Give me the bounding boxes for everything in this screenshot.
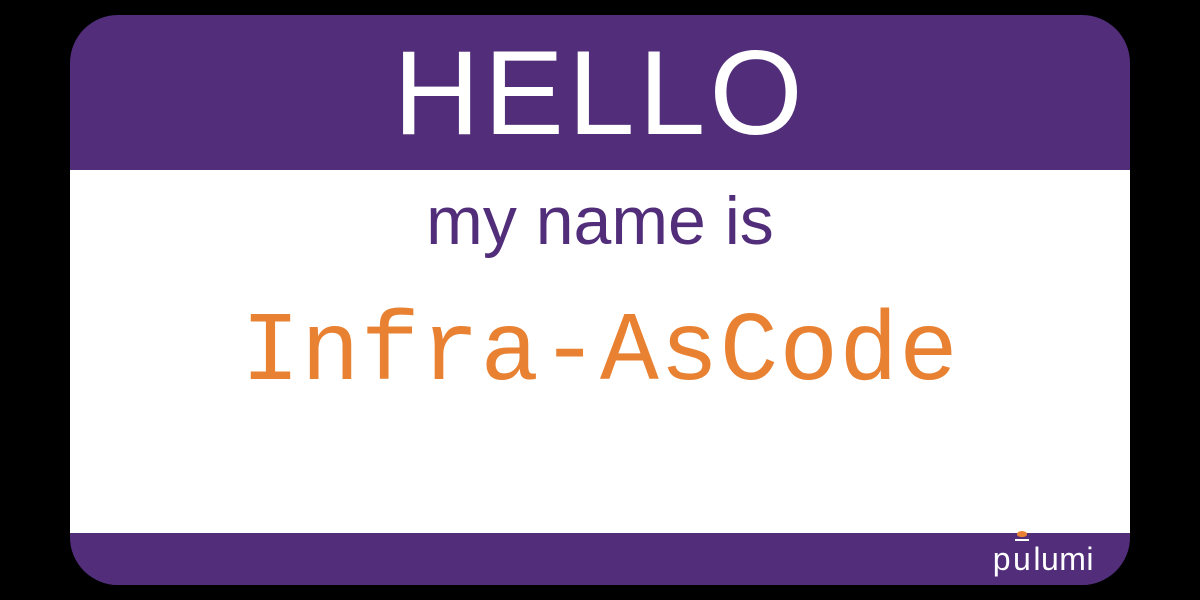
nametag-header: HELLO xyxy=(70,15,1130,170)
subtitle-text: my name is xyxy=(426,182,774,260)
nametag-card: HELLO my name is Infra-AsCode p u lumi xyxy=(70,15,1130,585)
nametag-footer: p u lumi xyxy=(70,533,1130,585)
name-value: Infra-AsCode xyxy=(241,298,959,409)
nametag-body: my name is Infra-AsCode xyxy=(70,170,1130,533)
logo-text-u-dotted: u xyxy=(1013,543,1031,575)
logo-text-p: p xyxy=(993,543,1011,575)
pulumi-logo: p u lumi xyxy=(993,543,1094,575)
hello-label: HELLO xyxy=(393,33,807,153)
logo-text-rest: lumi xyxy=(1033,543,1094,575)
